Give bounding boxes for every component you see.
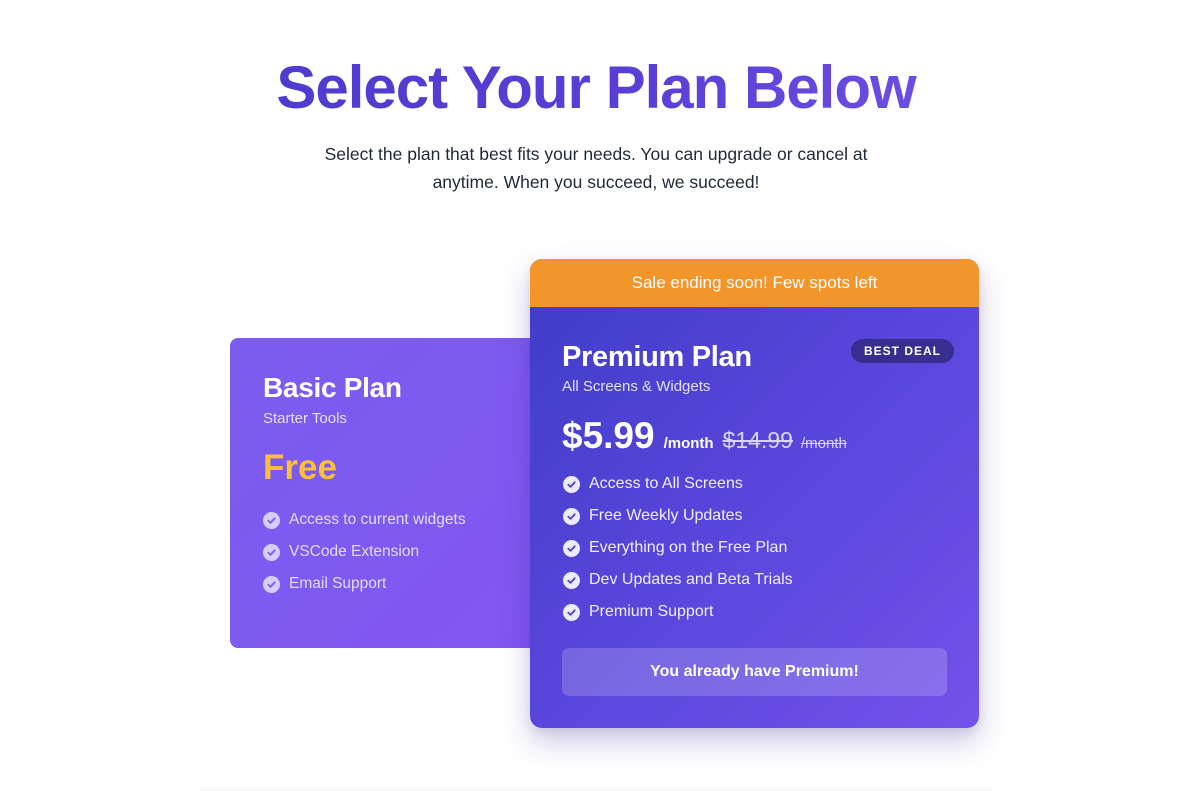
premium-price-row: $5.99 /month $14.99 /month — [562, 415, 847, 457]
page-title: Select Your Plan Below — [0, 52, 1192, 124]
feature-item: Free Weekly Updates — [563, 500, 793, 532]
basic-feature-list: Access to current widgets VSCode Extensi… — [263, 504, 466, 600]
premium-price-period: /month — [663, 435, 714, 452]
feature-label: Premium Support — [589, 603, 714, 620]
check-circle-icon — [563, 603, 580, 621]
premium-old-price: $14.99 — [722, 427, 793, 453]
basic-plan-card: Basic Plan Starter Tools Free Access to … — [230, 338, 550, 648]
premium-feature-list: Access to All Screens Free Weekly Update… — [563, 468, 793, 628]
check-circle-icon — [263, 543, 280, 561]
feature-item: Email Support — [263, 568, 466, 600]
basic-plan-tagline: Starter Tools — [263, 410, 347, 427]
feature-item: Premium Support — [563, 596, 793, 628]
check-circle-icon — [563, 475, 580, 493]
premium-plan-name: Premium Plan — [562, 341, 752, 373]
feature-item: Access to All Screens — [563, 468, 793, 500]
premium-plan-card: Sale ending soon! Few spots left Premium… — [530, 259, 979, 728]
premium-old-price-period: /month — [800, 435, 847, 452]
footer-divider — [200, 785, 992, 791]
basic-plan-price: Free — [263, 448, 337, 487]
feature-item: Everything on the Free Plan — [563, 532, 793, 564]
check-circle-icon — [563, 571, 580, 589]
check-circle-icon — [263, 511, 280, 529]
page-subtitle: Select the plan that best fits your need… — [324, 144, 868, 192]
feature-label: Free Weekly Updates — [589, 507, 743, 524]
feature-item: Dev Updates and Beta Trials — [563, 564, 793, 596]
feature-label: Dev Updates and Beta Trials — [589, 571, 793, 588]
feature-label: Email Support — [289, 575, 387, 592]
best-deal-badge: BEST DEAL — [851, 339, 955, 363]
check-circle-icon — [563, 507, 580, 525]
feature-label: Access to current widgets — [289, 511, 466, 528]
check-circle-icon — [563, 539, 580, 557]
feature-item: VSCode Extension — [263, 536, 466, 568]
check-circle-icon — [263, 575, 280, 593]
feature-label: Access to All Screens — [589, 475, 743, 492]
feature-item: Access to current widgets — [263, 504, 466, 536]
sale-banner: Sale ending soon! Few spots left — [530, 259, 979, 307]
basic-plan-name: Basic Plan — [263, 372, 402, 403]
feature-label: Everything on the Free Plan — [589, 539, 788, 556]
feature-label: VSCode Extension — [289, 543, 420, 560]
premium-plan-tagline: All Screens & Widgets — [562, 378, 711, 395]
premium-cta-button[interactable]: You already have Premium! — [562, 648, 947, 696]
premium-price: $5.99 — [562, 415, 655, 456]
